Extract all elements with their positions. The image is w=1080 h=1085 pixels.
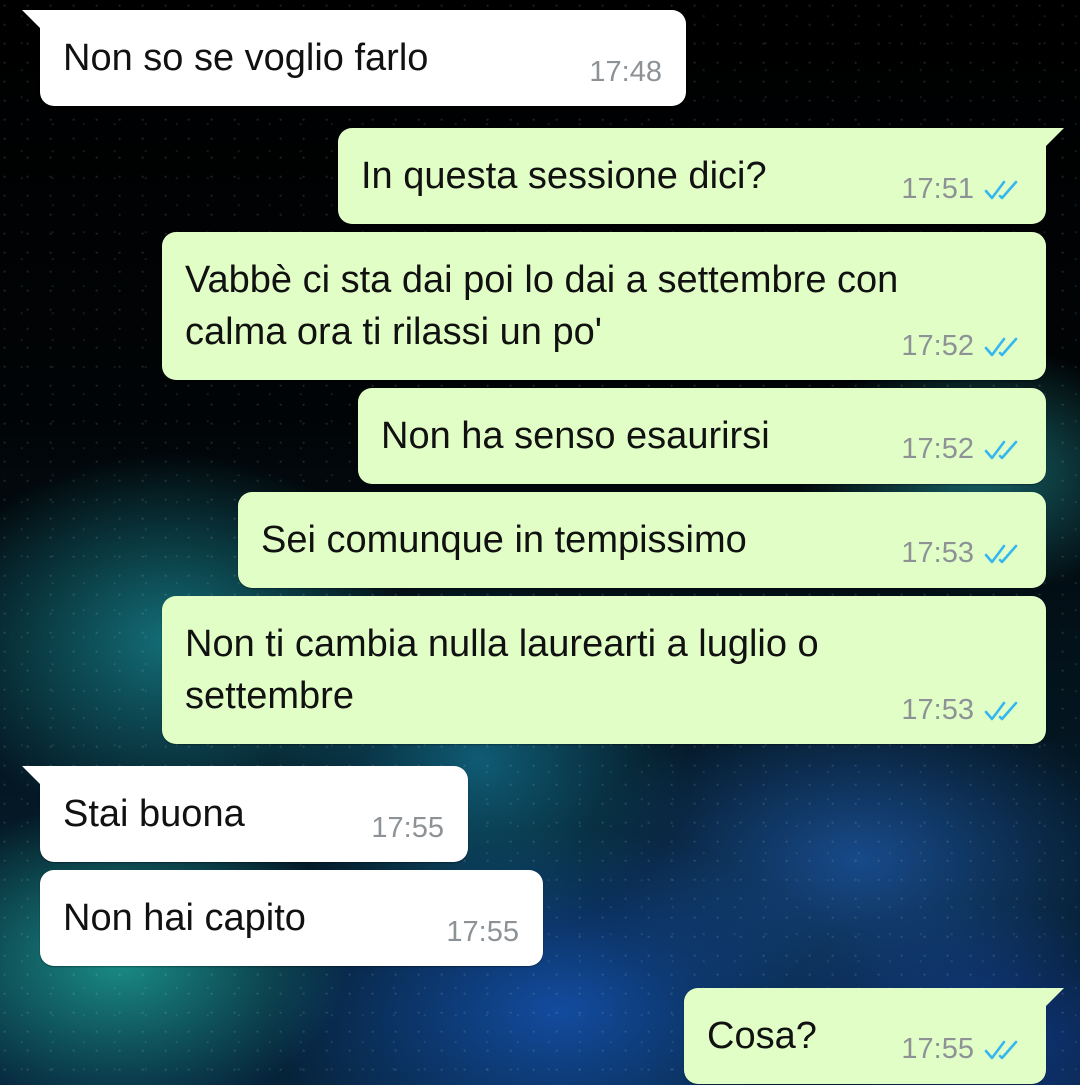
double-check-icon <box>984 544 1018 563</box>
message-text-line-1: Non ti cambia nulla laurearti a luglio o <box>185 623 819 665</box>
bubble-tail <box>22 10 44 32</box>
message-text: Cosa? <box>707 1015 817 1057</box>
message-meta: 17:48 <box>589 56 662 89</box>
double-check-icon <box>984 440 1018 459</box>
message-text: Sei comunque in tempissimo <box>261 519 747 561</box>
message-time: 17:51 <box>901 173 974 205</box>
message-bubble-outgoing[interactable]: In questa sessione dici? 17:51 <box>338 128 1064 224</box>
double-check-icon <box>984 701 1018 720</box>
message-bubble-outgoing[interactable]: Sei comunque in tempissimo 17:53 <box>238 492 1046 588</box>
message-meta: 17:52 <box>901 330 1022 363</box>
message-meta: 17:55 <box>901 1033 1022 1066</box>
message-meta: 17:53 <box>901 537 1022 570</box>
message-time: 17:53 <box>901 694 974 726</box>
message-meta: 17:55 <box>446 916 519 949</box>
message-text-line-2: settembre <box>185 675 354 717</box>
message-bubble-incoming[interactable]: Non so se voglio farlo 17:48 <box>22 10 686 106</box>
message-time: 17:48 <box>589 56 662 88</box>
message-time: 17:55 <box>371 812 444 844</box>
message-bubble-outgoing[interactable]: Vabbè ci sta dai poi lo dai a settembre … <box>162 232 1046 380</box>
double-check-icon <box>984 1040 1018 1059</box>
message-time: 17:52 <box>901 433 974 465</box>
message-meta: 17:51 <box>901 173 1022 206</box>
bubble-tail <box>1042 988 1064 1010</box>
message-bubble-outgoing[interactable]: Non ti cambia nulla laurearti a luglio o… <box>162 596 1046 744</box>
message-bubble-outgoing[interactable]: Non ha senso esaurirsi 17:52 <box>358 388 1046 484</box>
bubble-tail <box>1042 128 1064 150</box>
message-text-line-1: Vabbè ci sta dai poi lo dai a settembre … <box>185 259 899 301</box>
message-time: 17:55 <box>901 1033 974 1065</box>
message-text: Stai buona <box>63 793 245 835</box>
message-text: Non ha senso esaurirsi <box>381 415 770 457</box>
double-check-icon <box>984 337 1018 356</box>
message-time: 17:53 <box>901 537 974 569</box>
message-bubble-incoming[interactable]: Non hai capito 17:55 <box>40 870 543 966</box>
message-text-line-2: calma ora ti rilassi un po' <box>185 311 602 353</box>
message-meta: 17:52 <box>901 433 1022 466</box>
message-bubble-incoming[interactable]: Stai buona 17:55 <box>22 766 468 862</box>
message-time: 17:52 <box>901 330 974 362</box>
message-bubble-outgoing[interactable]: Cosa? 17:55 <box>684 988 1064 1084</box>
message-text: Non so se voglio farlo <box>63 37 429 79</box>
bubble-tail <box>22 766 44 788</box>
double-check-icon <box>984 180 1018 199</box>
message-text: Non hai capito <box>63 897 306 939</box>
message-text: In questa sessione dici? <box>361 155 767 197</box>
message-time: 17:55 <box>446 916 519 948</box>
message-meta: 17:53 <box>901 694 1022 727</box>
message-meta: 17:55 <box>371 812 444 845</box>
